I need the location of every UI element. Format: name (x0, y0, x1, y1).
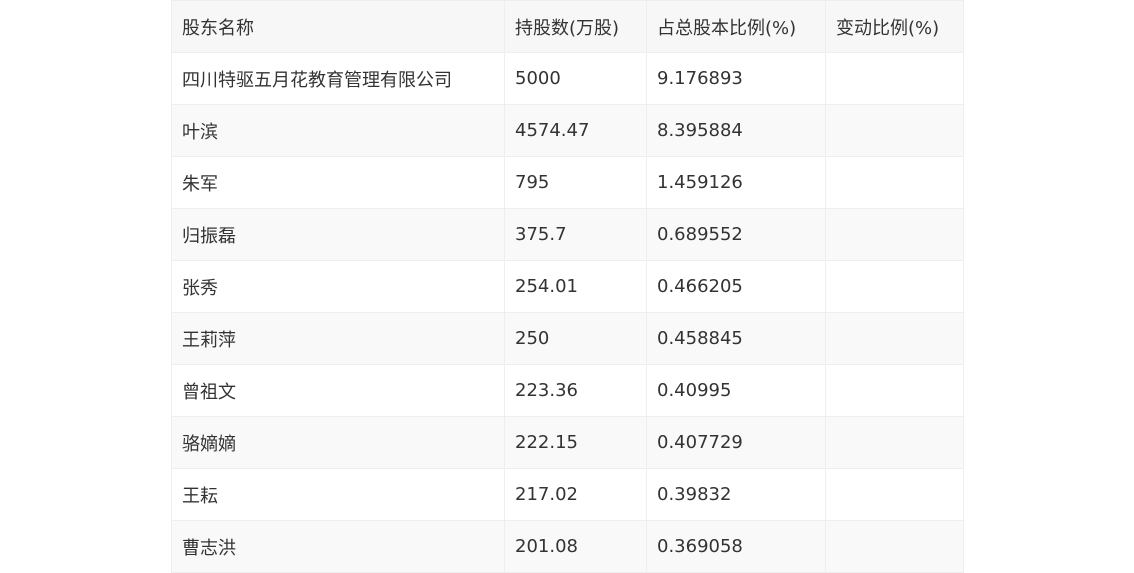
header-shareholder-name: 股东名称 (171, 0, 505, 53)
cell-shareholder-name: 王耘 (171, 468, 505, 521)
cell-shareholder-name: 曹志洪 (171, 520, 505, 573)
header-shares-held: 持股数(万股) (504, 0, 647, 53)
cell-share-ratio: 1.459126 (646, 156, 826, 209)
table-row: 骆嫡嫡 222.15 0.407729 (171, 416, 964, 469)
cell-change-ratio (825, 364, 964, 417)
cell-change-ratio (825, 156, 964, 209)
cell-share-ratio: 0.689552 (646, 208, 826, 261)
cell-shares-held: 4574.47 (504, 104, 647, 157)
cell-shareholder-name: 张秀 (171, 260, 505, 313)
cell-change-ratio (825, 416, 964, 469)
header-change-ratio: 变动比例(%) (825, 0, 964, 53)
cell-shares-held: 254.01 (504, 260, 647, 313)
cell-change-ratio (825, 104, 964, 157)
table-row: 曹志洪 201.08 0.369058 (171, 520, 964, 573)
cell-share-ratio: 0.407729 (646, 416, 826, 469)
cell-change-ratio (825, 312, 964, 365)
cell-share-ratio: 0.369058 (646, 520, 826, 573)
cell-shares-held: 5000 (504, 52, 647, 105)
cell-share-ratio: 0.466205 (646, 260, 826, 313)
table-row: 四川特驱五月花教育管理有限公司 5000 9.176893 (171, 52, 964, 105)
cell-shares-held: 201.08 (504, 520, 647, 573)
table-row: 曾祖文 223.36 0.40995 (171, 364, 964, 417)
cell-shares-held: 795 (504, 156, 647, 209)
cell-shares-held: 223.36 (504, 364, 647, 417)
table-row: 王耘 217.02 0.39832 (171, 468, 964, 521)
cell-share-ratio: 9.176893 (646, 52, 826, 105)
shareholder-table: 股东名称 持股数(万股) 占总股本比例(%) 变动比例(%) 四川特驱五月花教育… (171, 0, 964, 573)
table-row: 朱军 795 1.459126 (171, 156, 964, 209)
cell-shares-held: 222.15 (504, 416, 647, 469)
table-row: 张秀 254.01 0.466205 (171, 260, 964, 313)
cell-shareholder-name: 曾祖文 (171, 364, 505, 417)
cell-shareholder-name: 叶滨 (171, 104, 505, 157)
cell-share-ratio: 8.395884 (646, 104, 826, 157)
cell-change-ratio (825, 520, 964, 573)
table-row: 归振磊 375.7 0.689552 (171, 208, 964, 261)
table-row: 王莉萍 250 0.458845 (171, 312, 964, 365)
cell-shareholder-name: 四川特驱五月花教育管理有限公司 (171, 52, 505, 105)
cell-change-ratio (825, 208, 964, 261)
cell-shareholder-name: 骆嫡嫡 (171, 416, 505, 469)
cell-shareholder-name: 王莉萍 (171, 312, 505, 365)
cell-change-ratio (825, 260, 964, 313)
cell-share-ratio: 0.39832 (646, 468, 826, 521)
cell-shares-held: 217.02 (504, 468, 647, 521)
header-share-ratio: 占总股本比例(%) (646, 0, 826, 53)
cell-change-ratio (825, 52, 964, 105)
cell-shareholder-name: 归振磊 (171, 208, 505, 261)
table-row: 叶滨 4574.47 8.395884 (171, 104, 964, 157)
shareholder-table-container: 股东名称 持股数(万股) 占总股本比例(%) 变动比例(%) 四川特驱五月花教育… (171, 0, 964, 573)
table-header-row: 股东名称 持股数(万股) 占总股本比例(%) 变动比例(%) (171, 0, 964, 53)
cell-change-ratio (825, 468, 964, 521)
cell-shares-held: 375.7 (504, 208, 647, 261)
cell-share-ratio: 0.40995 (646, 364, 826, 417)
cell-shareholder-name: 朱军 (171, 156, 505, 209)
cell-shares-held: 250 (504, 312, 647, 365)
cell-share-ratio: 0.458845 (646, 312, 826, 365)
